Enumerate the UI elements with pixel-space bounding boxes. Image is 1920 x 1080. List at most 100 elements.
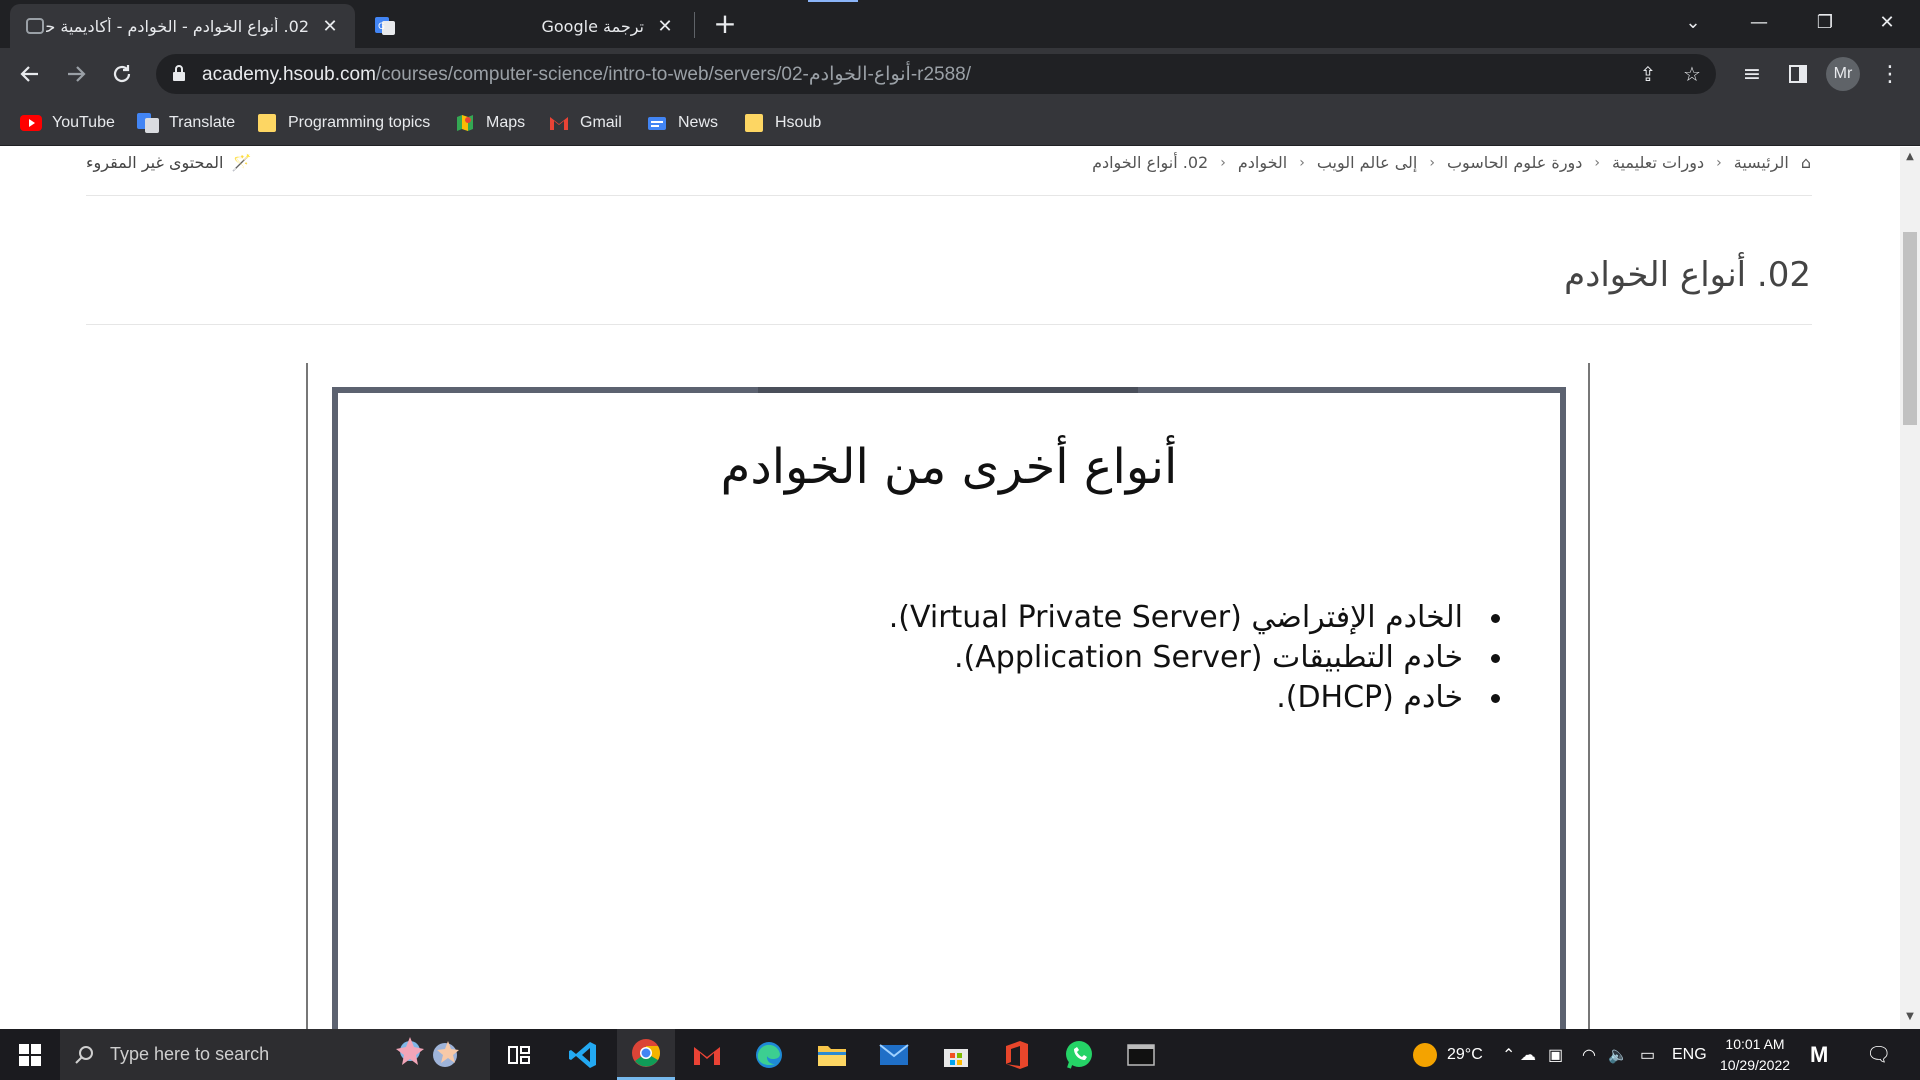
tab-search-icon[interactable]: ⌄ <box>1660 0 1726 44</box>
tab-separator <box>694 12 695 38</box>
media-control-icon[interactable]: ≡ <box>1734 56 1770 92</box>
hsoub-favicon-icon <box>24 15 46 37</box>
google-translate-icon: G <box>374 15 396 37</box>
breadcrumb-courses[interactable]: دورات تعليمية <box>1612 153 1704 172</box>
google-translate-icon <box>137 113 159 133</box>
task-view-icon[interactable] <box>490 1029 548 1080</box>
bookmark-programming-topics[interactable]: Programming topics <box>256 110 430 136</box>
bookmark-star-icon[interactable]: ☆ <box>1680 62 1704 86</box>
search-placeholder: Type here to search <box>110 1044 270 1064</box>
maps-icon <box>454 113 476 133</box>
whatsapp-icon[interactable] <box>1050 1029 1108 1080</box>
scroll-down-icon[interactable]: ▼ <box>1904 1011 1916 1023</box>
breadcrumb: ⌂ الرئيسية ‹ دورات تعليمية ‹ دورة علوم ا… <box>1092 153 1811 172</box>
close-tab-icon[interactable]: ✕ <box>654 15 676 37</box>
divider <box>86 324 1812 325</box>
file-explorer-icon[interactable] <box>803 1029 861 1080</box>
home-icon: ⌂ <box>1800 153 1811 172</box>
bookmark-gmail[interactable]: Gmail <box>548 110 622 136</box>
tab-indicator <box>808 0 858 2</box>
side-panel-icon[interactable] <box>1780 56 1816 92</box>
chevron-icon: ‹ <box>1594 154 1600 171</box>
bookmark-youtube[interactable]: YouTube <box>20 110 115 136</box>
scrollbar-thumb[interactable] <box>1903 232 1917 425</box>
edge-icon[interactable] <box>740 1029 798 1080</box>
bookmark-news[interactable]: News <box>646 110 718 136</box>
device-icon[interactable]: ▣ <box>1548 1029 1563 1080</box>
windows-logo-icon <box>19 1043 41 1066</box>
close-window-button[interactable]: ✕ <box>1854 0 1920 44</box>
tab-hsoub[interactable]: 02. أنواع الخوادم - الخوادم - أكاديمية ح… <box>10 4 355 48</box>
unread-content-link[interactable]: 🪄 المحتوى غير المقروء <box>86 153 251 172</box>
url-host: academy.hsoub.com <box>202 64 376 85</box>
chrome-icon[interactable] <box>617 1029 675 1080</box>
list-item-text: الخادم الإفتراضي (Virtual Private Server… <box>888 600 1463 635</box>
forward-button[interactable] <box>58 56 94 92</box>
app-logo-icon[interactable]: M <box>1810 1029 1828 1080</box>
minimize-button[interactable]: — <box>1726 0 1792 44</box>
page-scrollbar[interactable]: ▲ ▼ <box>1900 147 1920 1029</box>
bookmark-translate[interactable]: Translate <box>137 110 235 136</box>
magic-wand-icon: 🪄 <box>231 153 252 172</box>
bookmark-label: Hsoub <box>775 114 822 131</box>
breadcrumb-servers[interactable]: الخوادم <box>1238 153 1287 172</box>
onedrive-icon[interactable]: ☁ <box>1520 1029 1536 1080</box>
new-tab-button[interactable]: + <box>710 10 740 40</box>
breadcrumb-web-world[interactable]: إلى عالم الويب <box>1317 153 1418 172</box>
wifi-icon[interactable]: ◠ <box>1582 1029 1596 1080</box>
office-icon[interactable] <box>988 1029 1046 1080</box>
bookmark-label: Programming topics <box>288 114 431 131</box>
search-icon <box>75 1045 93 1064</box>
vscode-icon[interactable] <box>554 1029 612 1080</box>
bullet-icon <box>1491 693 1500 703</box>
restore-button[interactable]: ❐ <box>1792 0 1858 44</box>
microsoft-store-icon[interactable] <box>927 1029 985 1080</box>
tab-google-translate[interactable]: G ترجمة Google ✕ <box>360 4 690 48</box>
breadcrumb-cs-course[interactable]: دورة علوم الحاسوب <box>1447 153 1582 172</box>
notifications-icon[interactable]: 🗨 <box>1866 1029 1891 1080</box>
chevron-up-icon[interactable]: ⌃ <box>1502 1029 1515 1080</box>
back-arrow-icon <box>20 66 38 82</box>
list-item: الخادم الإفتراضي (Virtual Private Server… <box>889 598 1500 638</box>
svg-text:G: G <box>378 22 385 32</box>
terminal-icon[interactable] <box>1112 1029 1170 1080</box>
slide-bullet-list: الخادم الإفتراضي (Virtual Private Server… <box>889 598 1500 718</box>
chevron-icon: ‹ <box>1220 154 1226 171</box>
language-indicator[interactable]: ENG <box>1672 1029 1707 1080</box>
url-text[interactable]: academy.hsoub.com/courses/computer-scien… <box>202 63 971 86</box>
lock-icon[interactable] <box>172 64 186 82</box>
bookmark-label: Translate <box>169 114 236 131</box>
bookmark-maps[interactable]: Maps <box>454 110 525 136</box>
address-bar[interactable]: academy.hsoub.com/courses/computer-scien… <box>156 54 1716 94</box>
breadcrumb-home[interactable]: الرئيسية <box>1734 153 1789 172</box>
bookmark-hsoub[interactable]: Hsoub <box>743 110 821 136</box>
battery-icon[interactable]: ▭ <box>1640 1029 1655 1080</box>
breadcrumb-current: 02. أنواع الخوادم <box>1092 153 1209 172</box>
chevron-icon: ‹ <box>1299 154 1305 171</box>
menu-kebab-icon[interactable]: ⋮ <box>1872 56 1908 92</box>
scroll-up-icon[interactable]: ▲ <box>1904 151 1916 163</box>
taskbar-search[interactable]: Type here to search <box>60 1029 490 1080</box>
video-frame-left-edge <box>306 363 308 1029</box>
gmail-icon <box>548 113 570 133</box>
weather-widget[interactable]: 29°C <box>1413 1029 1483 1080</box>
gmail-app-icon[interactable] <box>678 1029 736 1080</box>
reload-button[interactable] <box>104 56 140 92</box>
search-highlight-icon <box>396 1037 459 1067</box>
news-icon <box>646 113 668 133</box>
tab-title: 02. أنواع الخوادم - الخوادم - أكاديمية ح… <box>46 16 309 36</box>
system-clock[interactable]: 10:01 AM 10/29/2022 <box>1705 1034 1805 1076</box>
tab-title: ترجمة Google <box>541 16 644 36</box>
back-button[interactable] <box>12 56 48 92</box>
profile-avatar[interactable]: Mr <box>1826 57 1860 91</box>
url-path: /courses/computer-science/intro-to-web/s… <box>375 64 972 85</box>
bullet-icon <box>1491 653 1500 663</box>
bookmark-label: YouTube <box>52 114 115 131</box>
slide-top-bar <box>758 387 1138 393</box>
volume-icon[interactable]: 🔈 <box>1608 1029 1628 1080</box>
mail-icon[interactable] <box>865 1029 923 1080</box>
lesson-slide[interactable]: أنواع أخرى من الخوادم الخادم الإفتراضي (… <box>332 387 1566 1029</box>
close-tab-icon[interactable]: ✕ <box>319 15 341 37</box>
share-icon[interactable]: ⇪ <box>1636 62 1660 86</box>
start-button[interactable] <box>0 1029 60 1080</box>
